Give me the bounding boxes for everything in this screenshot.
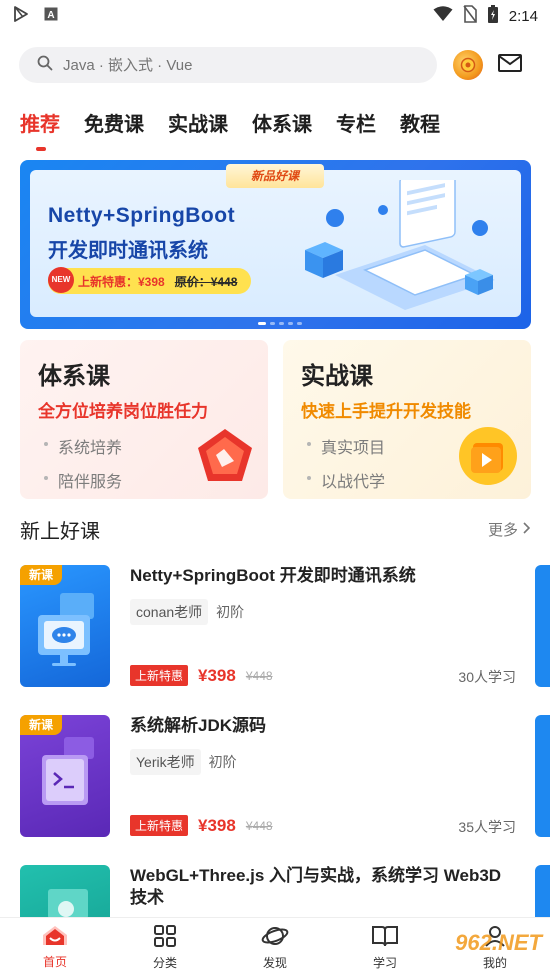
tab-free-courses[interactable]: 免费课 bbox=[84, 108, 144, 137]
planet-icon bbox=[261, 924, 289, 951]
search-bar[interactable] bbox=[19, 47, 437, 83]
banner-subtitle: 开发即时通讯系统 bbox=[48, 240, 208, 262]
pentagon-badge-icon bbox=[194, 425, 256, 487]
banner-original-price: 原价：¥448 bbox=[174, 274, 238, 289]
search-icon bbox=[37, 55, 53, 76]
nav-study[interactable]: 学习 bbox=[330, 918, 440, 977]
course-teacher: conan老师 bbox=[130, 599, 209, 625]
new-course-tag: 新课 bbox=[20, 715, 62, 735]
nav-categories[interactable]: 分类 bbox=[110, 918, 220, 977]
banner-title: Netty+SpringBoot bbox=[48, 204, 236, 227]
tab-system-courses[interactable]: 体系课 bbox=[252, 108, 312, 137]
status-bar: A 2:14 bbox=[0, 0, 550, 32]
video-thumb-icon bbox=[48, 889, 88, 919]
category-tabs: 推荐 免费课 实战课 体系课 专栏 教程 bbox=[20, 108, 440, 151]
system-course-card[interactable]: 体系课 全方位培养岗位胜任力 系统培养 陪伴服务 bbox=[20, 340, 268, 499]
clock-time: 2:14 bbox=[508, 7, 538, 25]
card-description: 快速上手提升开发技能 bbox=[301, 402, 471, 421]
promo-banner[interactable]: 新品好课 Netty+SpringBoot 开发即时通讯系统 NEW 上新特惠：… bbox=[20, 160, 531, 329]
book-icon bbox=[371, 924, 399, 951]
search-input[interactable] bbox=[63, 56, 393, 74]
svg-text:A: A bbox=[47, 10, 54, 21]
nav-label: 学习 bbox=[372, 956, 397, 970]
nav-label: 我的 bbox=[482, 956, 507, 970]
course-thumbnail: 新课 bbox=[20, 565, 110, 687]
new-badge: NEW bbox=[48, 267, 74, 293]
search-row bbox=[19, 46, 531, 84]
course-level: 初阶 bbox=[208, 754, 237, 770]
course-level: 初阶 bbox=[216, 604, 245, 620]
new-course-tag: 新课 bbox=[20, 565, 62, 585]
play-folder-icon bbox=[457, 425, 519, 487]
practical-course-card[interactable]: 实战课 快速上手提升开发技能 真实项目 以战代学 bbox=[283, 340, 531, 499]
student-count: 30人学习 bbox=[458, 669, 516, 685]
nav-home[interactable]: 首页 bbox=[0, 918, 110, 977]
tab-columns[interactable]: 专栏 bbox=[336, 108, 376, 137]
coin-reward-icon[interactable] bbox=[453, 50, 483, 80]
nav-discover[interactable]: 发现 bbox=[220, 918, 330, 977]
banner-special-price: 上新特惠：¥398 bbox=[78, 274, 165, 289]
battery-icon bbox=[487, 4, 499, 28]
promo-badge: 上新特惠 bbox=[130, 815, 189, 836]
course-title: Netty+SpringBoot 开发即时通讯系统 bbox=[130, 566, 416, 585]
tab-recommend[interactable]: 推荐 bbox=[20, 108, 60, 151]
new-courses-header: 新上好课 更多 bbox=[20, 515, 531, 544]
chevron-right-icon bbox=[522, 521, 531, 538]
tab-tutorials[interactable]: 教程 bbox=[400, 108, 440, 137]
course-title: WebGL+Three.js 入门与实战，系统学习 Web3D 技术 bbox=[130, 866, 502, 907]
next-card-peek[interactable] bbox=[535, 565, 550, 687]
promo-badge: 上新特惠 bbox=[130, 665, 189, 686]
course-price: ¥398 bbox=[198, 665, 236, 685]
card-title: 体系课 bbox=[38, 363, 110, 390]
course-teacher: Yerik老师 bbox=[130, 749, 201, 775]
next-card-peek[interactable] bbox=[535, 715, 550, 837]
section-title: 新上好课 bbox=[20, 521, 100, 543]
no-sim-icon bbox=[463, 5, 477, 27]
grid-icon bbox=[153, 924, 177, 951]
nav-label: 分类 bbox=[152, 956, 177, 970]
course-price: ¥398 bbox=[198, 815, 236, 835]
course-original-price: ¥448 bbox=[245, 818, 273, 833]
home-icon bbox=[40, 925, 70, 950]
card-description: 全方位培养岗位胜任力 bbox=[38, 402, 208, 421]
more-link[interactable]: 更多 bbox=[487, 519, 531, 540]
app-notification-icon: A bbox=[44, 7, 58, 26]
course-title: 系统解析JDK源码 bbox=[130, 716, 267, 735]
course-item[interactable]: 新课 Netty+SpringBoot 开发即时通讯系统 conan老师 初阶 … bbox=[20, 565, 530, 687]
mail-icon[interactable] bbox=[497, 52, 523, 79]
course-item[interactable]: 新课 系统解析JDK源码 Yerik老师 初阶 上新特惠 ¥398 ¥448 3… bbox=[20, 715, 530, 837]
course-original-price: ¥448 bbox=[245, 668, 273, 683]
server-illustration bbox=[305, 180, 495, 310]
carousel-indicator bbox=[258, 322, 302, 325]
more-label: 更多 bbox=[487, 522, 518, 539]
play-store-icon bbox=[12, 5, 30, 28]
nav-label: 首页 bbox=[42, 955, 67, 969]
nav-label: 发现 bbox=[262, 956, 287, 970]
wifi-icon bbox=[433, 6, 453, 26]
tab-practical-courses[interactable]: 实战课 bbox=[168, 108, 228, 137]
course-thumbnail: 新课 bbox=[20, 715, 110, 837]
card-title: 实战课 bbox=[301, 363, 373, 390]
site-watermark: 962.NET bbox=[455, 930, 542, 955]
banner-ribbon: 新品好课 bbox=[226, 164, 324, 188]
student-count: 35人学习 bbox=[458, 819, 516, 835]
banner-price-pill: NEW 上新特惠：¥398 原价：¥448 bbox=[48, 267, 252, 294]
